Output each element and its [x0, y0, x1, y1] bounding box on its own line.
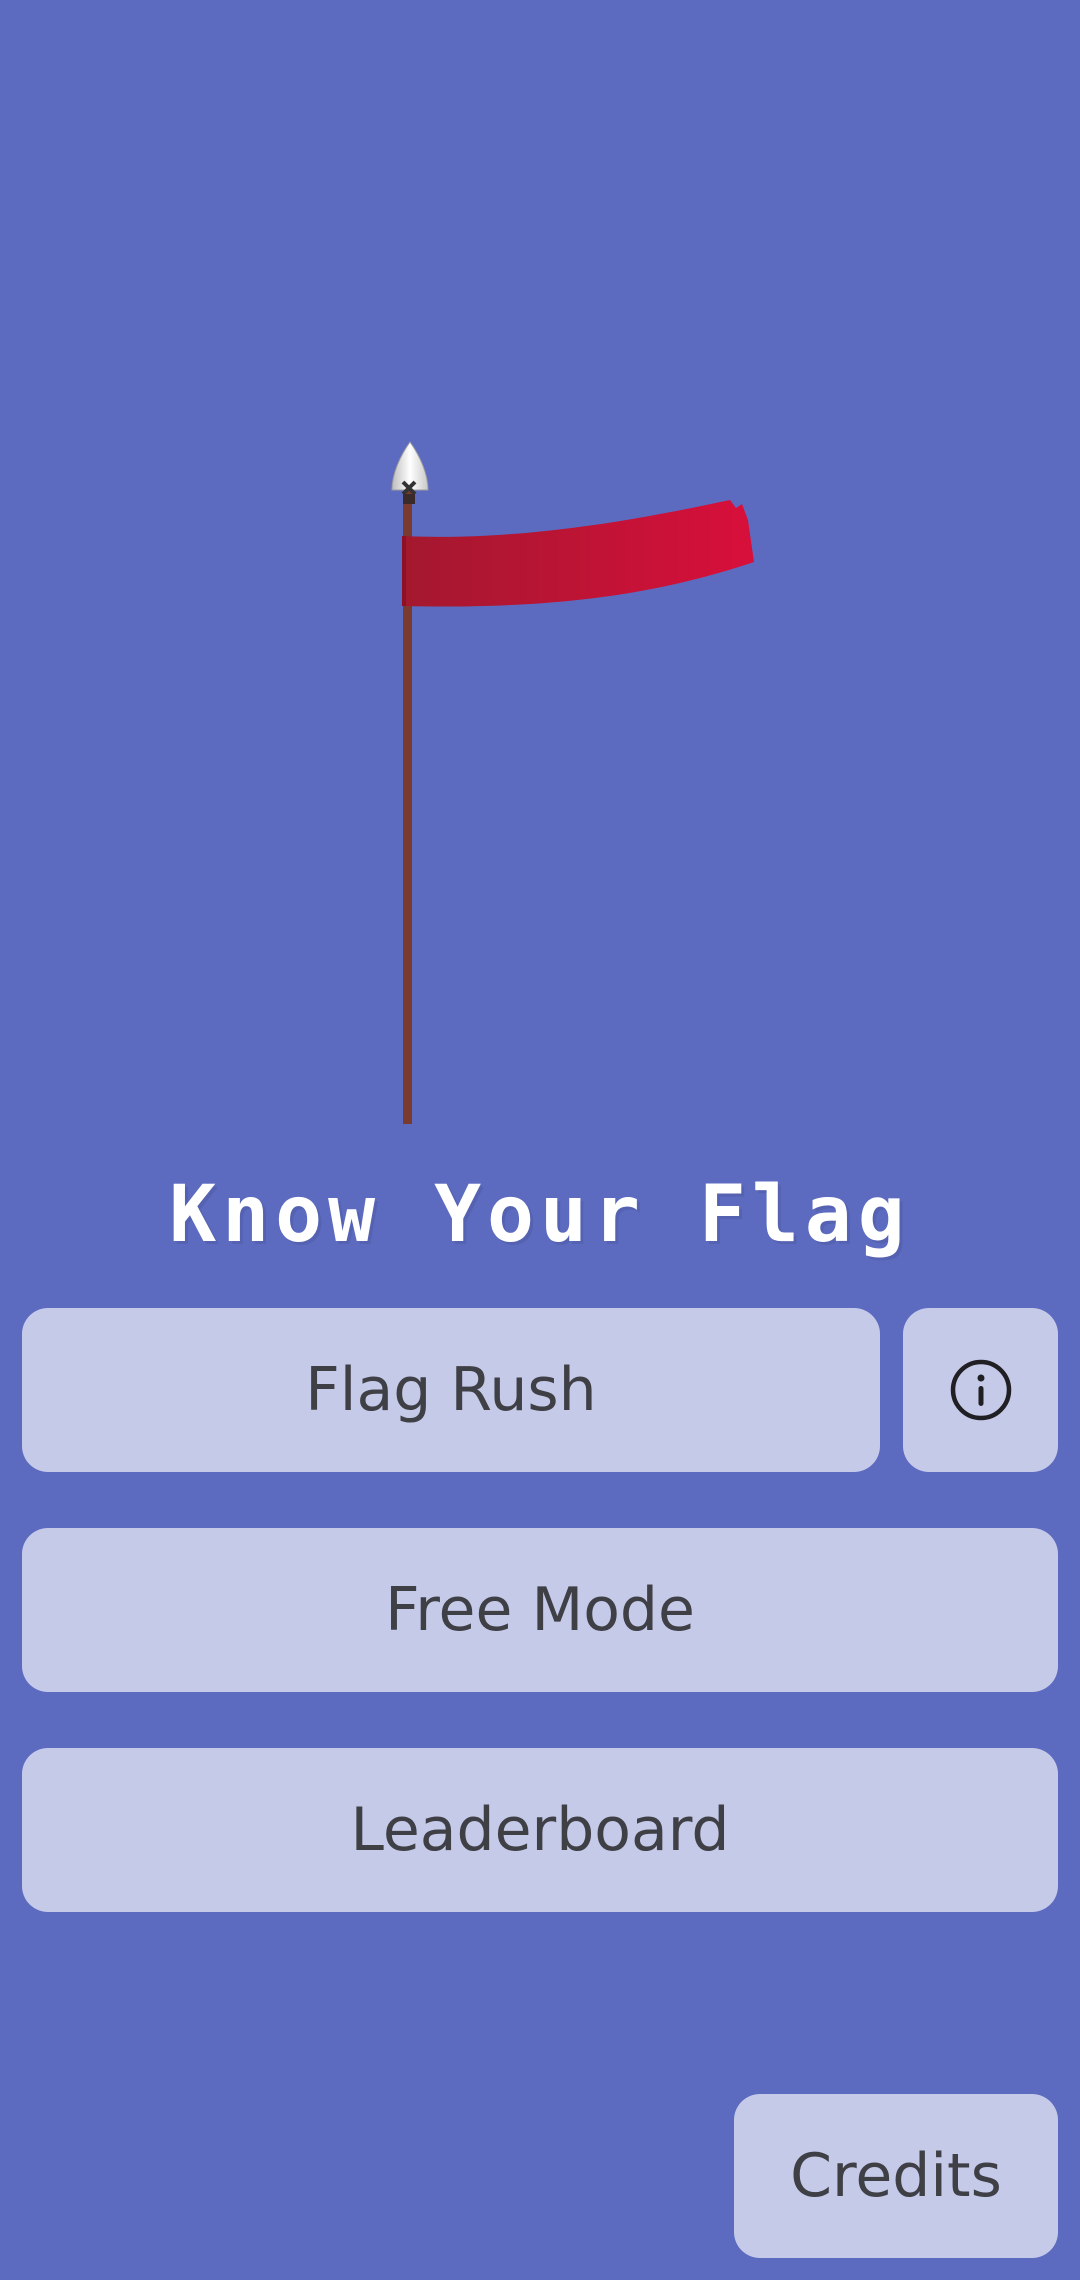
main-menu-screen: Know Your Flag Flag Rush Free Mode Leade…	[0, 0, 1080, 2280]
free-mode-button[interactable]: Free Mode	[22, 1528, 1058, 1692]
info-circle-icon	[949, 1358, 1013, 1422]
credits-button[interactable]: Credits	[734, 2094, 1058, 2258]
leaderboard-label: Leaderboard	[350, 1795, 730, 1865]
flag-rush-label: Flag Rush	[305, 1355, 597, 1425]
credits-label: Credits	[790, 2141, 1002, 2211]
waving-flag-illustration	[391, 441, 754, 1124]
flag-rush-button[interactable]: Flag Rush	[22, 1308, 880, 1472]
leaderboard-button[interactable]: Leaderboard	[22, 1748, 1058, 1912]
free-mode-label: Free Mode	[385, 1575, 695, 1645]
info-button[interactable]	[903, 1308, 1058, 1472]
app-title: Know Your Flag	[169, 1170, 911, 1260]
